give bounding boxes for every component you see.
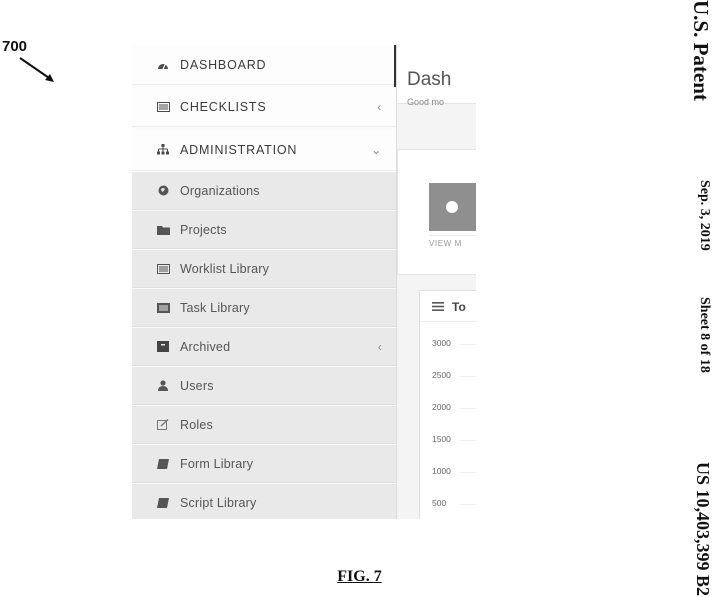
globe-icon: [156, 185, 170, 197]
y-tick-label: 2500: [432, 370, 451, 380]
dashboard-icon: [156, 59, 170, 71]
list-icon: [156, 101, 170, 113]
sidebar-item-label: DASHBOARD: [180, 58, 266, 72]
sidebar-item-label: Organizations: [180, 184, 260, 198]
edit-icon: [156, 419, 170, 431]
view-more-link[interactable]: VIEW M: [429, 235, 476, 252]
sidebar-item-organizations[interactable]: Organizations: [132, 172, 396, 210]
sidebar-item-administration[interactable]: ADMINISTRATION ⌄: [132, 129, 396, 171]
gridline: [460, 376, 476, 377]
sidebar-item-label: Roles: [180, 418, 213, 432]
page-title: Dash: [407, 69, 451, 91]
sitemap-icon: [156, 144, 170, 156]
chart-panel: To 3000 2500 2000 1500 1000 500: [419, 290, 476, 519]
sidebar-item-archived[interactable]: Archived ‹: [132, 328, 396, 366]
sidebar-item-label: CHECKLISTS: [180, 100, 267, 114]
y-tick-label: 500: [432, 498, 446, 508]
app-screenshot: DASHBOARD CHECKLISTS ‹ ADMINISTRATION ⌄ …: [132, 45, 476, 519]
sidebar-item-label: Archived: [180, 340, 230, 354]
sidebar-item-label: Script Library: [180, 496, 256, 510]
sidebar-item-checklists[interactable]: CHECKLISTS ‹: [132, 87, 396, 127]
page-subtitle: Good mo: [407, 97, 444, 107]
gridline: [460, 408, 476, 409]
chart-header: To: [420, 291, 476, 322]
sidebar-item-script-library[interactable]: Script Library: [132, 484, 396, 519]
y-tick-label: 2000: [432, 402, 451, 412]
folder-icon: [156, 224, 170, 236]
y-tick-label: 1000: [432, 466, 451, 476]
figure-caption: FIG. 7: [0, 568, 719, 586]
reference-numeral: 700: [2, 38, 27, 55]
sidebar-item-task-library[interactable]: Task Library: [132, 289, 396, 327]
sidebar-item-users[interactable]: Users: [132, 367, 396, 405]
sidebar-item-projects[interactable]: Projects: [132, 211, 396, 249]
chevron-left-icon: ‹: [378, 340, 382, 354]
list-icon: [156, 263, 170, 275]
gridline: [460, 504, 476, 505]
sidebar-item-worklist-library[interactable]: Worklist Library: [132, 250, 396, 288]
bars-icon: [432, 302, 444, 311]
y-tick-label: 3000: [432, 338, 451, 348]
sidebar-item-label: Form Library: [180, 457, 253, 471]
gridline: [460, 472, 476, 473]
y-tick-label: 1500: [432, 434, 451, 444]
sidebar-item-label: Users: [180, 379, 214, 393]
sidebar-item-label: Projects: [180, 223, 227, 237]
sidebar-item-form-library[interactable]: Form Library: [132, 445, 396, 483]
sidebar-item-dashboard[interactable]: DASHBOARD: [132, 45, 396, 85]
gridline: [460, 440, 476, 441]
book-icon: [156, 458, 170, 470]
sidebar-item-label: Task Library: [180, 301, 250, 315]
chevron-down-icon: ⌄: [371, 143, 382, 157]
main-panel: Dash Good mo VIEW M To 3000 2500 2000 1500 1…: [397, 45, 476, 519]
sidebar: DASHBOARD CHECKLISTS ‹ ADMINISTRATION ⌄ …: [132, 45, 396, 519]
info-box-icon: [429, 183, 476, 231]
page-header: Dash Good mo: [397, 45, 476, 104]
sidebar-item-roles[interactable]: Roles: [132, 406, 396, 444]
reference-arrow: [18, 56, 58, 86]
patent-date: Sep. 3, 2019: [696, 180, 712, 251]
chevron-left-icon: ‹: [377, 100, 382, 114]
user-icon: [156, 380, 170, 392]
sidebar-item-label: ADMINISTRATION: [180, 143, 297, 157]
patent-title: U.S. Patent: [688, 0, 713, 101]
patent-sheet: Sheet 8 of 18: [696, 297, 712, 373]
sidebar-item-label: Worklist Library: [180, 262, 269, 276]
gridline: [460, 344, 476, 345]
book-icon: [156, 497, 170, 509]
chart-title: To: [452, 300, 466, 314]
archive-icon: [156, 341, 170, 353]
tasks-icon: [156, 302, 170, 314]
